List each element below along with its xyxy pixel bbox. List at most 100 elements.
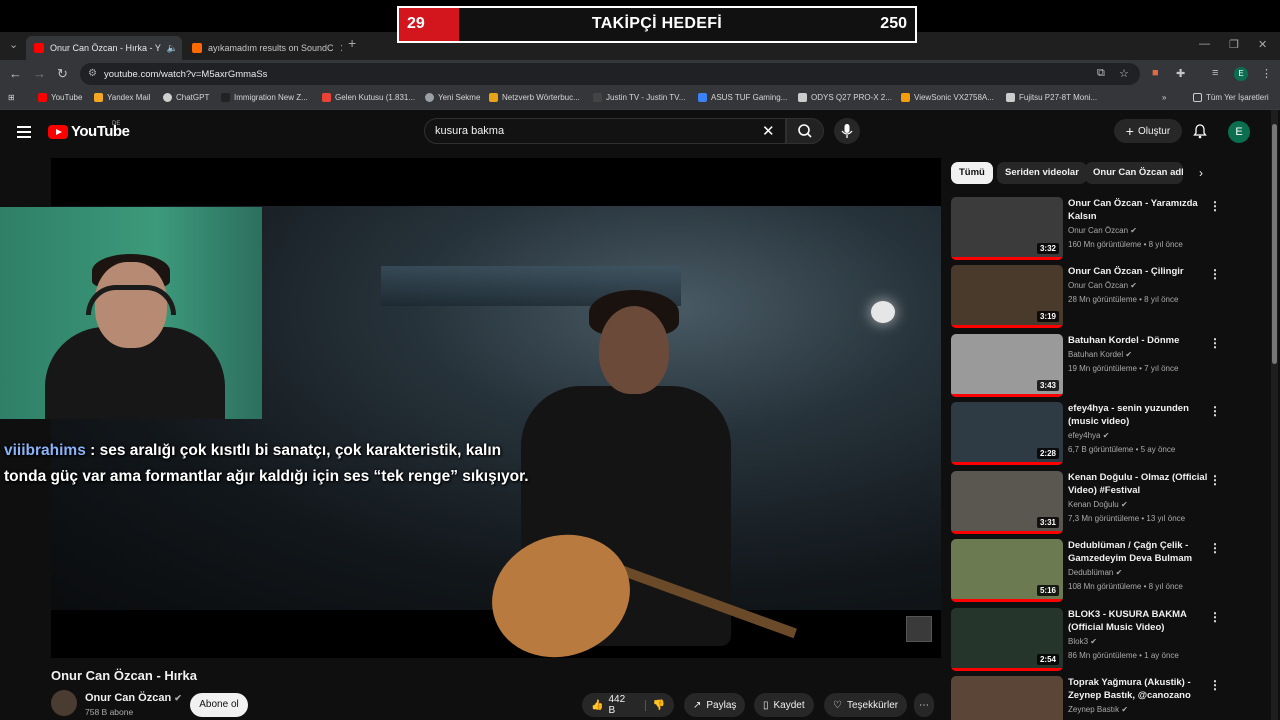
bookmark-odys[interactable]: ODYS Q27 PRO-X 2... xyxy=(798,93,892,102)
recommended-video[interactable]: Toprak Yağmura (Akustik) - Zeynep Bastık… xyxy=(951,676,1241,720)
more-options-icon[interactable]: ⋮ xyxy=(1209,541,1221,555)
channel-name[interactable]: Dedublüman ✔ xyxy=(1068,568,1122,577)
media-control-icon[interactable]: ≡ xyxy=(1212,67,1218,79)
recommended-video[interactable]: 3:19 Onur Can Özcan - Çilingir Onur Can Öz… xyxy=(951,265,1241,331)
apps-grid-icon[interactable]: ⊞ xyxy=(8,93,15,102)
dislike-icon[interactable]: 👎 xyxy=(644,699,665,711)
video-title[interactable]: BLOK3 - KUSURA BAKMA (Official Music Vid… xyxy=(1068,608,1208,634)
more-options-icon[interactable]: ⋮ xyxy=(1209,199,1221,213)
search-button[interactable] xyxy=(786,118,824,144)
extensions-puzzle-icon[interactable]: ✚ xyxy=(1176,67,1185,80)
more-options-icon[interactable]: ⋮ xyxy=(1209,473,1221,487)
site-settings-icon[interactable]: ⚙ xyxy=(88,68,97,79)
minimize-icon[interactable]: — xyxy=(1199,38,1210,50)
voice-search-button[interactable] xyxy=(834,118,860,144)
video-title[interactable]: Toprak Yağmura (Akustik) - Zeynep Bastık… xyxy=(1068,676,1208,702)
maximize-icon[interactable]: ❐ xyxy=(1229,38,1239,51)
video-thumbnail[interactable]: 3:32 xyxy=(951,197,1063,260)
more-options-icon[interactable]: ⋮ xyxy=(1209,610,1221,624)
video-thumbnail[interactable]: 2:54 xyxy=(951,608,1063,671)
create-button[interactable]: + Oluştur xyxy=(1114,119,1182,143)
recommended-video[interactable]: 3:32 Onur Can Özcan - Yaramızda Kalsın Onu… xyxy=(951,197,1241,263)
video-title[interactable]: Dedublüman / Çağn Çelik - Gamzedeyim Dev… xyxy=(1068,539,1208,565)
more-bookmarks-icon[interactable]: » xyxy=(1162,93,1166,102)
video-thumbnail[interactable]: 3:31 xyxy=(951,471,1063,534)
scrollbar-thumb[interactable] xyxy=(1272,124,1277,364)
video-thumbnail[interactable]: 5:16 xyxy=(951,539,1063,602)
search-input[interactable]: kusura bakma xyxy=(424,118,786,144)
thanks-button[interactable]: ♡ Teşekkürler xyxy=(824,693,908,717)
recommended-video[interactable]: 5:16 Dedublüman / Çağn Çelik - Gamzedeyim… xyxy=(951,539,1241,605)
tab-soundcloud[interactable]: ayıkamadım results on SoundC ✕ xyxy=(184,36,342,60)
video-thumbnail[interactable] xyxy=(951,676,1063,720)
bookmark-justin-tv[interactable]: Justin TV - Justin TV... xyxy=(593,93,685,102)
bookmark-fujitsu[interactable]: Fujitsu P27-8T Moni... xyxy=(1006,93,1097,102)
bookmark-new-tab[interactable]: Yeni Sekme xyxy=(425,93,480,102)
clear-search-icon[interactable]: ✕ xyxy=(762,122,775,140)
install-app-icon[interactable]: ⧉ xyxy=(1097,67,1105,80)
bookmark-immigration[interactable]: Immigration New Z... xyxy=(221,93,308,102)
bookmark-youtube[interactable]: YouTube xyxy=(38,93,82,102)
recommended-video[interactable]: 2:28 efey4hya - senin yuzunden (music vid… xyxy=(951,402,1241,468)
video-thumbnail[interactable]: 3:43 xyxy=(951,334,1063,397)
extension-icon[interactable]: ■ xyxy=(1152,67,1159,79)
channel-name[interactable]: Batuhan Kordel ✔ xyxy=(1068,350,1132,359)
profile-avatar[interactable]: E xyxy=(1234,67,1248,81)
recommended-video[interactable]: 3:31 Kenan Doğulu - Olmaz (Official Video… xyxy=(951,471,1241,537)
channel-name[interactable]: efey4hya ✔ xyxy=(1068,431,1109,440)
recommended-video[interactable]: 3:43 Batuhan Kordel - Dönme Batuhan Kordel… xyxy=(951,334,1241,400)
all-bookmarks[interactable]: Tüm Yer İşaretleri xyxy=(1193,93,1269,102)
bookmark-yandex-mail[interactable]: Yandex Mail xyxy=(94,93,150,102)
channel-watermark[interactable] xyxy=(906,616,932,642)
tab-close-icon[interactable]: ✕ xyxy=(340,42,342,55)
share-button[interactable]: ↗ Paylaş xyxy=(684,693,746,717)
channel-name[interactable]: Onur Can Özcan ✔ xyxy=(85,692,182,704)
chip-all[interactable]: Tümü xyxy=(951,162,993,184)
save-button[interactable]: ▯ Kaydet xyxy=(754,693,814,717)
chip-series[interactable]: Seriden videolar xyxy=(997,162,1087,184)
channel-avatar[interactable] xyxy=(51,690,77,716)
channel-name[interactable]: Onur Can Özcan ✔ xyxy=(1068,281,1137,290)
address-bar[interactable]: ⚙ youtube.com/watch?v=M5axrGmmaSs xyxy=(80,63,1140,85)
recommended-video[interactable]: 2:54 BLOK3 - KUSURA BAKMA (Official Music… xyxy=(951,608,1241,674)
back-icon[interactable]: ← xyxy=(9,66,22,81)
youtube-logo[interactable]: YouTube DE xyxy=(48,121,130,140)
more-options-icon[interactable]: ⋮ xyxy=(1209,678,1221,692)
video-thumbnail[interactable]: 3:19 xyxy=(951,265,1063,328)
browser-menu-icon[interactable]: ⋮ xyxy=(1261,67,1272,80)
bookmark-viewsonic[interactable]: ViewSonic VX2758A... xyxy=(901,93,994,102)
reload-icon[interactable]: ↻ xyxy=(57,66,68,82)
video-title[interactable]: efey4hya - senin yuzunden (music video) xyxy=(1068,402,1208,428)
chevron-right-icon[interactable]: › xyxy=(1199,166,1203,180)
subscribe-button[interactable]: Abone ol xyxy=(190,693,248,717)
tab-search-icon[interactable]: ⌄ xyxy=(9,38,18,51)
menu-icon[interactable] xyxy=(17,126,31,141)
tab-youtube[interactable]: Onur Can Özcan - Hırka - Y 🔈 ✕ xyxy=(26,36,182,60)
channel-name[interactable]: Kenan Doğulu ✔ xyxy=(1068,500,1128,509)
bookmark-gmail[interactable]: Gelen Kutusu (1.831... xyxy=(322,93,415,102)
more-options-icon[interactable]: ⋮ xyxy=(1209,336,1221,350)
more-actions-button[interactable]: ⋯ xyxy=(914,693,934,717)
new-tab-icon[interactable]: + xyxy=(348,35,356,51)
like-icon[interactable]: 👍 xyxy=(591,700,603,711)
notifications-bell-icon[interactable] xyxy=(1192,123,1208,139)
channel-name[interactable]: Onur Can Özcan ✔ xyxy=(1068,226,1137,235)
video-thumbnail[interactable]: 2:28 xyxy=(951,402,1063,465)
bookmark-asus[interactable]: ASUS TUF Gaming... xyxy=(698,93,787,102)
like-count[interactable]: 442 B xyxy=(608,694,633,716)
video-title[interactable]: Onur Can Özcan - Yaramızda Kalsın xyxy=(1068,197,1208,223)
bookmark-chatgpt[interactable]: ChatGPT xyxy=(163,93,209,102)
channel-name[interactable]: Zeynep Bastık ✔ xyxy=(1068,705,1128,714)
more-options-icon[interactable]: ⋮ xyxy=(1209,404,1221,418)
bookmark-netzverb[interactable]: Netzverb Wörterbuc... xyxy=(489,93,580,102)
video-title[interactable]: Onur Can Özcan - Çilingir xyxy=(1068,265,1208,278)
bookmark-star-icon[interactable]: ☆ xyxy=(1119,67,1129,80)
chip-channel[interactable]: Onur Can Özcan adlı y xyxy=(1085,162,1183,184)
more-options-icon[interactable]: ⋮ xyxy=(1209,267,1221,281)
video-title[interactable]: Kenan Doğulu - Olmaz (Official Video) #F… xyxy=(1068,471,1208,497)
channel-name[interactable]: Blok3 ✔ xyxy=(1068,637,1097,646)
close-window-icon[interactable]: ✕ xyxy=(1258,38,1267,51)
video-title[interactable]: Batuhan Kordel - Dönme xyxy=(1068,334,1208,347)
forward-icon[interactable]: → xyxy=(33,66,46,81)
account-avatar[interactable]: E xyxy=(1228,121,1250,143)
